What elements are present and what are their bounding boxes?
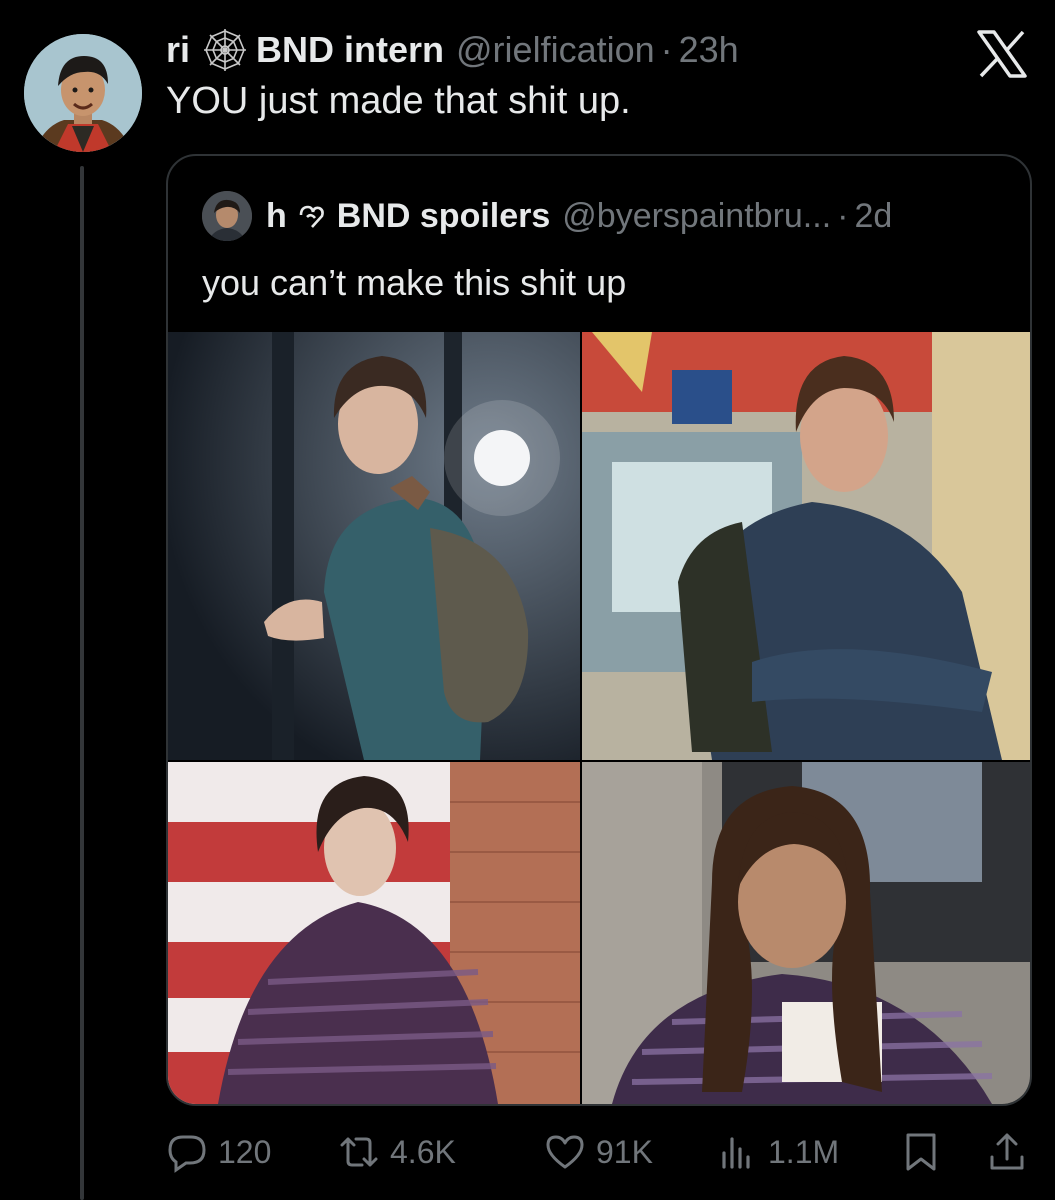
bookmark-button[interactable] [900,1124,942,1180]
retweet-icon [340,1137,378,1167]
tweet-timestamp[interactable]: 23h [679,29,739,71]
thread-line [80,166,84,1200]
quoted-author-avatar[interactable] [202,191,252,241]
media-image-1[interactable] [168,332,580,760]
bookmark-icon [906,1133,936,1171]
tweet-header: ri BND intern @rielfication · 23h [166,26,739,74]
media-image-4[interactable] [582,762,1030,1104]
like-count: 91K [596,1133,653,1170]
x-logo-icon[interactable] [976,30,1028,78]
retweet-button[interactable]: 4.6K [338,1124,456,1180]
like-button[interactable]: 91K [544,1124,653,1180]
quoted-tweet-card[interactable]: h BND spoilers @byerspaintbru... · 2d yo… [166,154,1032,1106]
quoted-display-name[interactable]: h [266,197,287,236]
quoted-tweet-header: h BND spoilers @byerspaintbru... · 2d [202,190,892,242]
like-icon [546,1135,584,1169]
heart-outline-icon [295,199,329,233]
separator-dot: · [660,29,673,70]
spiderweb-icon [202,27,248,73]
action-bar: 120 4.6K 91K 1.1M [166,1124,1028,1180]
views-icon [722,1137,750,1169]
display-name[interactable]: ri [166,29,190,71]
quoted-tweet-text: you can’t make this shit up [202,262,627,303]
quoted-timestamp[interactable]: 2d [854,197,892,236]
share-icon [990,1133,1024,1170]
reply-icon [168,1135,206,1173]
share-button[interactable] [986,1124,1028,1180]
media-image-2[interactable] [582,332,1030,760]
author-handle[interactable]: @rielfication [456,29,655,71]
media-grid [168,332,1030,1104]
reply-button[interactable]: 120 [166,1124,271,1180]
retweet-count: 4.6K [390,1133,456,1170]
badge-text: BND intern [256,29,445,70]
quoted-author-handle[interactable]: @byerspaintbru... [562,197,831,236]
views-button[interactable]: 1.1M [716,1124,839,1180]
media-image-3[interactable] [168,762,580,1104]
views-count: 1.1M [768,1133,840,1170]
tweet-text: YOU just made that shit up. [166,80,631,122]
quoted-separator-dot: · [837,196,849,235]
quoted-badge-text: BND spoilers [336,196,551,235]
author-avatar[interactable] [24,34,142,152]
reply-count: 120 [218,1133,272,1170]
